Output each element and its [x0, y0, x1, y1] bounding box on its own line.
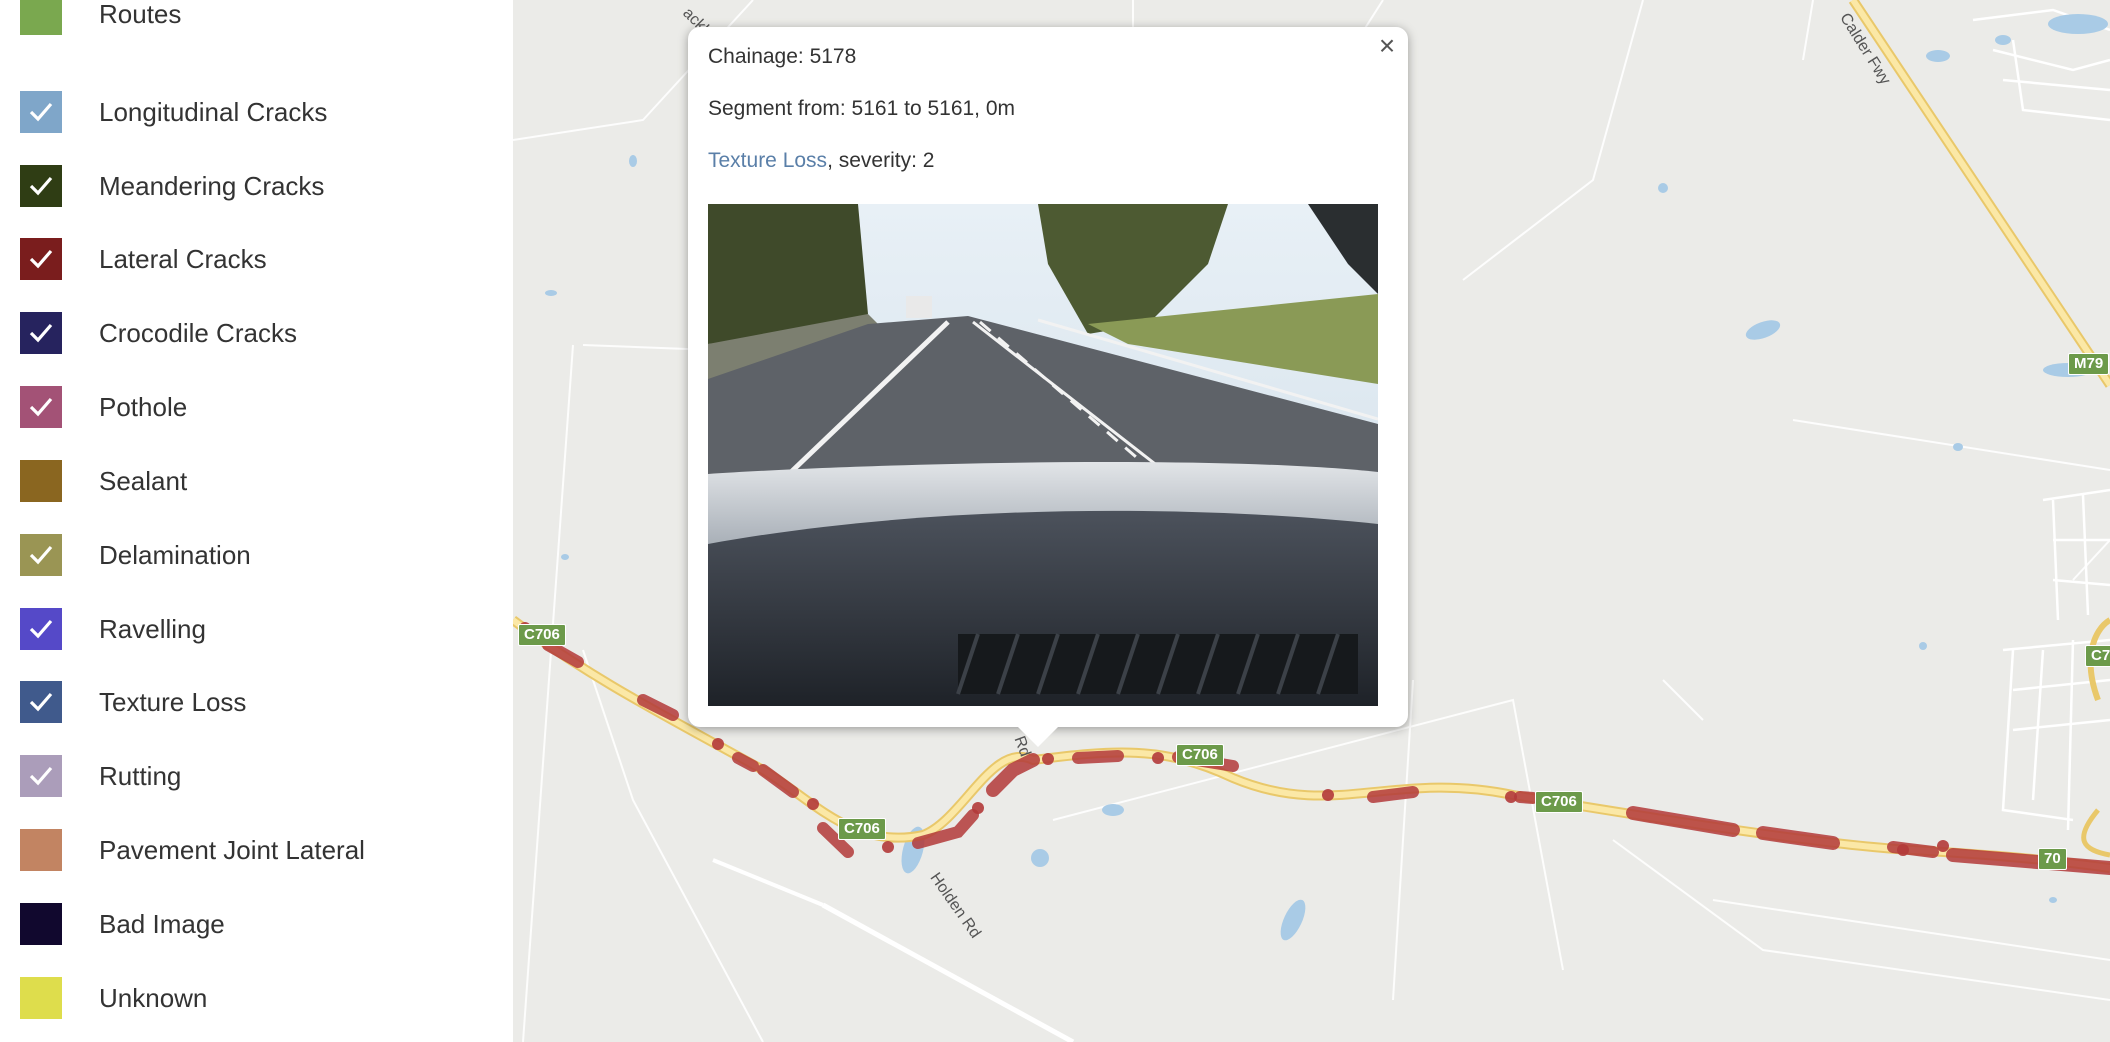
defect-type-link[interactable]: Texture Loss	[708, 149, 827, 172]
legend-item-ravelling[interactable]: Ravelling	[20, 608, 206, 650]
legend-swatch[interactable]	[20, 312, 62, 354]
popup-pointer	[1018, 727, 1058, 747]
legend-swatch[interactable]	[20, 238, 62, 280]
legend-item-sealant[interactable]: Sealant	[20, 460, 187, 502]
road-shield: C706	[838, 818, 886, 840]
legend-label: Meandering Cracks	[99, 170, 325, 201]
legend-label: Rutting	[99, 760, 182, 791]
segment-text: Segment from: 5161 to 5161, 0m	[708, 97, 1016, 120]
legend-item-delamination[interactable]: Delamination	[20, 534, 251, 576]
legend-swatch[interactable]	[20, 386, 62, 428]
legend-swatch[interactable]	[20, 903, 62, 945]
legend-swatch[interactable]	[20, 165, 62, 207]
road-shield: C706	[1535, 791, 1583, 813]
legend-swatch[interactable]	[20, 977, 62, 1019]
legend-item-pothole[interactable]: Pothole	[20, 386, 187, 428]
legend-swatch[interactable]	[20, 755, 62, 797]
legend-swatch[interactable]	[20, 91, 62, 133]
legend-label: Pothole	[99, 391, 188, 422]
legend-item-meandering-cracks[interactable]: Meandering Cracks	[20, 165, 324, 207]
legend-label: Crocodile Cracks	[99, 317, 297, 348]
legend-label: Bad Image	[99, 908, 225, 939]
legend-label: Unknown	[99, 982, 208, 1013]
checkmark-icon	[29, 766, 53, 786]
severity-text: , severity: 2	[827, 149, 935, 172]
road-shield: C706	[1176, 744, 1224, 766]
chainage-text: Chainage: 5178	[708, 45, 857, 68]
info-popup: × Chainage: 5178 Segment from: 5161 to 5…	[688, 27, 1408, 747]
legend-item-routes[interactable]: Routes	[20, 0, 181, 35]
legend-panel: Routes Longitudinal Cracks Meandering Crac…	[0, 0, 513, 1042]
checkmark-icon	[29, 545, 53, 565]
close-button[interactable]: ×	[1372, 29, 1402, 63]
road-shield: C706	[518, 624, 566, 646]
legend-item-unknown[interactable]: Unknown	[20, 977, 207, 1019]
legend-label: Delamination	[99, 539, 251, 570]
checkmark-icon	[29, 397, 53, 417]
legend-item-crocodile-cracks[interactable]: Crocodile Cracks	[20, 312, 297, 354]
legend-swatch[interactable]	[20, 460, 62, 502]
legend-swatch[interactable]	[20, 534, 62, 576]
checkmark-icon	[29, 249, 53, 269]
checkmark-icon	[29, 692, 53, 712]
road-shield: M79	[2068, 353, 2110, 375]
checkmark-icon	[29, 176, 53, 196]
legend-item-longitudinal-cracks[interactable]: Longitudinal Cracks	[20, 91, 327, 133]
legend-label: Lateral Cracks	[99, 243, 267, 274]
legend-label: Texture Loss	[99, 686, 247, 717]
legend-item-lateral-cracks[interactable]: Lateral Cracks	[20, 238, 267, 280]
checkmark-icon	[29, 102, 53, 122]
legend-label: Sealant	[99, 465, 188, 496]
checkmark-icon	[29, 323, 53, 343]
legend-label: Pavement Joint Lateral	[99, 834, 365, 865]
legend-item-texture-loss[interactable]: Texture Loss	[20, 681, 246, 723]
road-shield: 70	[2038, 848, 2067, 870]
legend-label: Routes	[99, 0, 182, 29]
legend-swatch[interactable]	[20, 608, 62, 650]
legend-item-bad-image[interactable]: Bad Image	[20, 903, 225, 945]
legend-swatch[interactable]	[20, 681, 62, 723]
road-shield: C7	[2085, 645, 2110, 667]
legend-label: Longitudinal Cracks	[99, 96, 328, 127]
legend-item-pavement-joint-lateral[interactable]: Pavement Joint Lateral	[20, 829, 365, 871]
defect-line: Texture Loss, severity: 2	[708, 149, 934, 173]
legend-swatch[interactable]	[20, 829, 62, 871]
legend-item-rutting[interactable]: Rutting	[20, 755, 181, 797]
legend-label: Ravelling	[99, 613, 206, 644]
road-photo-image	[708, 204, 1378, 706]
road-photo[interactable]	[708, 204, 1378, 706]
legend-swatch[interactable]	[20, 0, 62, 35]
checkmark-icon	[29, 619, 53, 639]
